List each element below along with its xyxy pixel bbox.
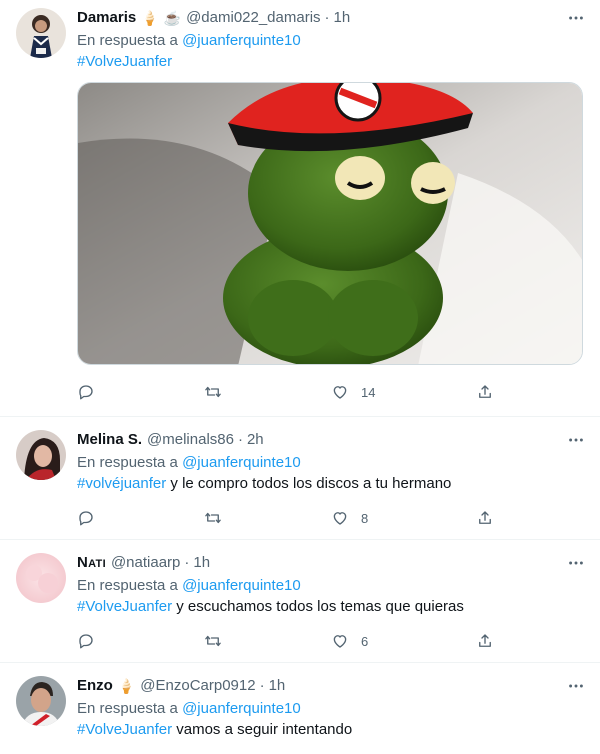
share-icon [479, 634, 491, 647]
hashtag-link[interactable]: #volvéjuanfer [77, 475, 166, 492]
ice-cream-emoji: 🍦 [141, 10, 159, 26]
reply-button[interactable] [77, 509, 204, 527]
heart-icon [333, 386, 347, 399]
tweet-actions: 8 [77, 509, 494, 527]
reply-context: En respuesta a @juanferquinte10 [77, 575, 584, 596]
display-name[interactable]: Damaris [77, 8, 136, 28]
reply-icon [79, 634, 93, 649]
separator: · [259, 677, 265, 694]
reply-button[interactable] [77, 383, 204, 401]
reply-icon [79, 511, 93, 526]
separator: · [237, 431, 243, 448]
separator: · [184, 554, 190, 571]
hashtag-link[interactable]: #VolveJuanfer [77, 598, 172, 615]
more-horizontal-icon [569, 684, 583, 688]
reply-context: En respuesta a @juanferquinte10 [77, 30, 584, 51]
ice-cream-emoji: 🍦 [117, 678, 136, 694]
reply-icon [79, 385, 93, 400]
timestamp[interactable]: 1h [334, 8, 351, 28]
tweet-header: Damaris 🍦 ☕ @dami022_damaris · 1h [77, 8, 584, 28]
user-handle[interactable]: @EnzoCarp0912 [140, 676, 255, 696]
timestamp[interactable]: 1h [193, 553, 210, 573]
like-button[interactable]: 14 [331, 383, 476, 401]
share-button[interactable] [476, 383, 494, 401]
reply-context: En respuesta a @juanferquinte10 [77, 698, 584, 719]
tweet-body: y le compro todos los discos a tu herman… [166, 475, 452, 492]
like-count: 8 [361, 510, 369, 526]
avatar[interactable] [16, 8, 66, 58]
tweet-text: #volvéjuanfer y le compro todos los disc… [77, 473, 584, 494]
like-button[interactable]: 8 [331, 509, 476, 527]
tweet-nati[interactable]: Nati @natiaarp · 1h En respuesta a @juan… [0, 540, 600, 663]
display-name[interactable]: Enzo [77, 676, 113, 696]
retweet-icon [205, 512, 221, 524]
hashtag-link[interactable]: #VolveJuanfer [77, 721, 172, 738]
tweet-body: vamos a seguir intentando [172, 721, 353, 738]
tweet-actions: 6 [77, 632, 494, 650]
heart-icon [333, 512, 347, 525]
timestamp[interactable]: 2h [247, 430, 264, 450]
reply-prefix: En respuesta a [77, 32, 178, 49]
retweet-icon [205, 386, 221, 398]
like-count: 14 [361, 384, 376, 400]
more-options-button[interactable] [566, 676, 586, 696]
reply-mention-link[interactable]: @juanferquinte10 [182, 454, 301, 471]
tweet-text: #VolveJuanfer vamos a seguir intentando [77, 719, 584, 740]
hashtag-link[interactable]: #VolveJuanfer [77, 53, 172, 70]
avatar[interactable] [16, 553, 66, 603]
separator: · [324, 9, 330, 26]
tweet-header: Melina S. @melinals86 · 2h [77, 430, 584, 450]
tweet-text: #VolveJuanfer y escuchamos todos los tem… [77, 596, 584, 617]
avatar[interactable] [16, 676, 66, 726]
retweet-icon [205, 635, 221, 647]
tweet-header: Enzo 🍦 @EnzoCarp0912 · 1h [77, 676, 584, 696]
avatar[interactable] [16, 430, 66, 480]
like-button[interactable]: 6 [331, 632, 476, 650]
reply-mention-link[interactable]: @juanferquinte10 [182, 577, 301, 594]
tweet-damaris[interactable]: Damaris 🍦 ☕ @dami022_damaris · 1h En res… [0, 0, 600, 417]
reply-prefix: En respuesta a [77, 454, 178, 471]
coffee-emoji: ☕ [163, 10, 182, 26]
reply-mention-link[interactable]: @juanferquinte10 [182, 32, 301, 49]
more-horizontal-icon [569, 438, 583, 442]
timestamp[interactable]: 1h [269, 676, 286, 696]
user-handle[interactable]: @melinals86 [147, 430, 234, 450]
reply-context: En respuesta a @juanferquinte10 [77, 452, 584, 473]
tweet-media-image[interactable] [77, 82, 583, 365]
more-horizontal-icon [569, 16, 583, 20]
reply-mention-link[interactable]: @juanferquinte10 [182, 700, 301, 717]
share-button[interactable] [476, 632, 494, 650]
heart-icon [333, 635, 347, 648]
tweet-header: Nati @natiaarp · 1h [77, 553, 584, 573]
reply-prefix: En respuesta a [77, 700, 178, 717]
more-horizontal-icon [569, 561, 583, 565]
retweet-button[interactable] [204, 632, 331, 650]
retweet-button[interactable] [204, 383, 331, 401]
like-count: 6 [361, 633, 369, 649]
tweet-text: #VolveJuanfer [77, 51, 584, 72]
user-handle[interactable]: @natiaarp [111, 553, 180, 573]
tweet-enzo[interactable]: Enzo 🍦 @EnzoCarp0912 · 1h En respuesta a… [0, 663, 600, 754]
more-options-button[interactable] [566, 8, 586, 28]
display-name[interactable]: Nati [77, 553, 106, 573]
reply-button[interactable] [77, 632, 204, 650]
share-button[interactable] [476, 509, 494, 527]
tweet-melina[interactable]: Melina S. @melinals86 · 2h En respuesta … [0, 417, 600, 540]
user-handle[interactable]: @dami022_damaris [186, 8, 320, 28]
reply-prefix: En respuesta a [77, 577, 178, 594]
retweet-button[interactable] [204, 509, 331, 527]
share-icon [479, 385, 491, 398]
more-options-button[interactable] [566, 430, 586, 450]
tweet-body: y escuchamos todos los temas que quieras [172, 598, 464, 615]
share-icon [479, 511, 491, 524]
display-name[interactable]: Melina S. [77, 430, 142, 450]
more-options-button[interactable] [566, 553, 586, 573]
tweet-actions: 14 [77, 383, 494, 401]
